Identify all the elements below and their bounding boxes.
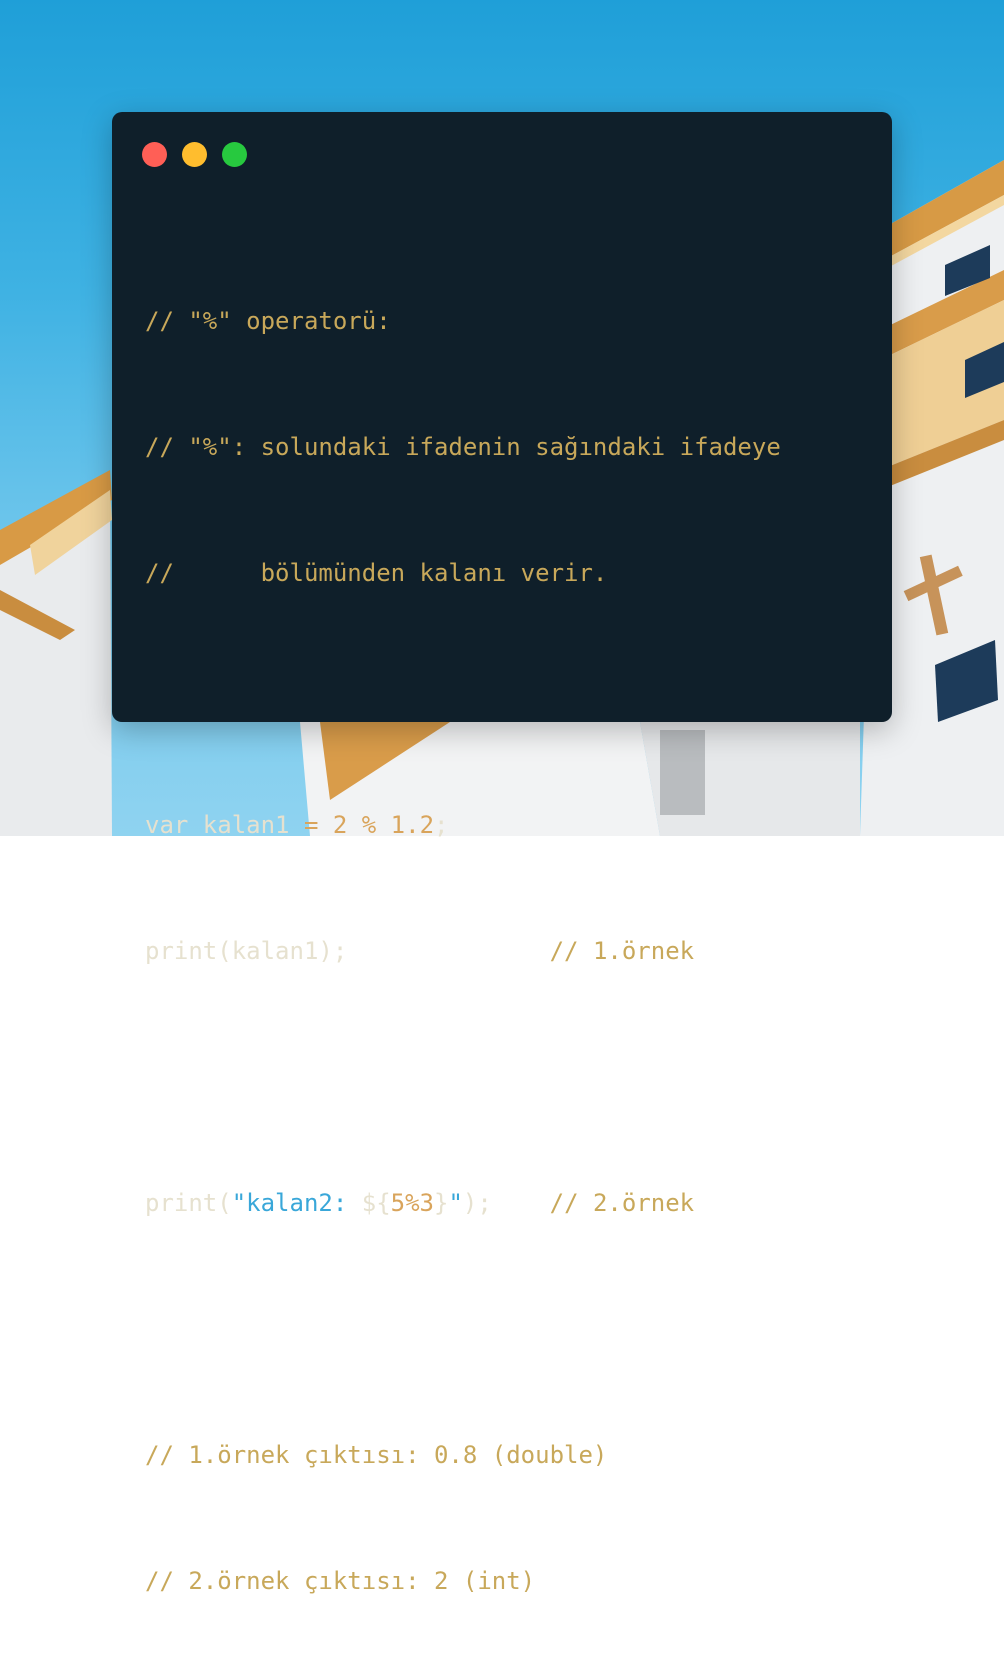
code-block: // "%" operatorü: // "%": solundaki ifad… [145,216,781,1672]
code-string: "kalan2: [231,1189,362,1217]
code-line: // "%" operatorü: [145,300,781,342]
code-keyword: var kalan1 [145,811,304,839]
code-line: // 2.örnek çıktısı: 2 (int) [145,1560,781,1602]
code-text: } [434,1189,449,1217]
code-comment: // bölümünden kalanı verir. [145,559,608,587]
code-number: 1.2 [390,811,435,839]
code-comment: // 1.örnek [549,937,695,965]
code-line: print(kalan1); // 1.örnek [145,930,781,972]
code-comment: // 2.örnek çıktısı: 2 (int) [145,1567,536,1595]
code-number: 5%3 [390,1189,435,1217]
code-comment: // 1.örnek çıktısı: 0.8 (double) [145,1441,608,1469]
code-operator: = [303,811,333,839]
code-text: ); [462,1189,492,1217]
code-padding [347,937,549,965]
code-string: " [448,1189,463,1217]
code-text: print( [145,1189,232,1217]
code-line: // 1.örnek çıktısı: 0.8 (double) [145,1434,781,1476]
code-text: print(kalan1); [145,937,348,965]
minimize-dot-icon [182,142,207,167]
code-line: print("kalan2: ${5%3}"); // 2.örnek [145,1182,781,1224]
code-line: // bölümünden kalanı verir. [145,552,781,594]
code-window: // "%" operatorü: // "%": solundaki ifad… [112,112,892,1595]
code-number: 2 [332,811,362,839]
code-line: var kalan1 = 2 % 1.2; [145,804,781,846]
code-text: ; [434,811,449,839]
window-controls [142,142,247,167]
code-padding [492,1189,550,1217]
maximize-dot-icon [222,142,247,167]
code-operator: % [361,811,391,839]
code-comment: // "%" operatorü: [145,307,391,335]
code-text: ${ [361,1189,391,1217]
code-comment: // "%": solundaki ifadenin sağındaki ifa… [145,433,781,461]
code-comment: // 2.örnek [549,1189,695,1217]
code-line: // "%": solundaki ifadenin sağındaki ifa… [145,426,781,468]
close-dot-icon [142,142,167,167]
